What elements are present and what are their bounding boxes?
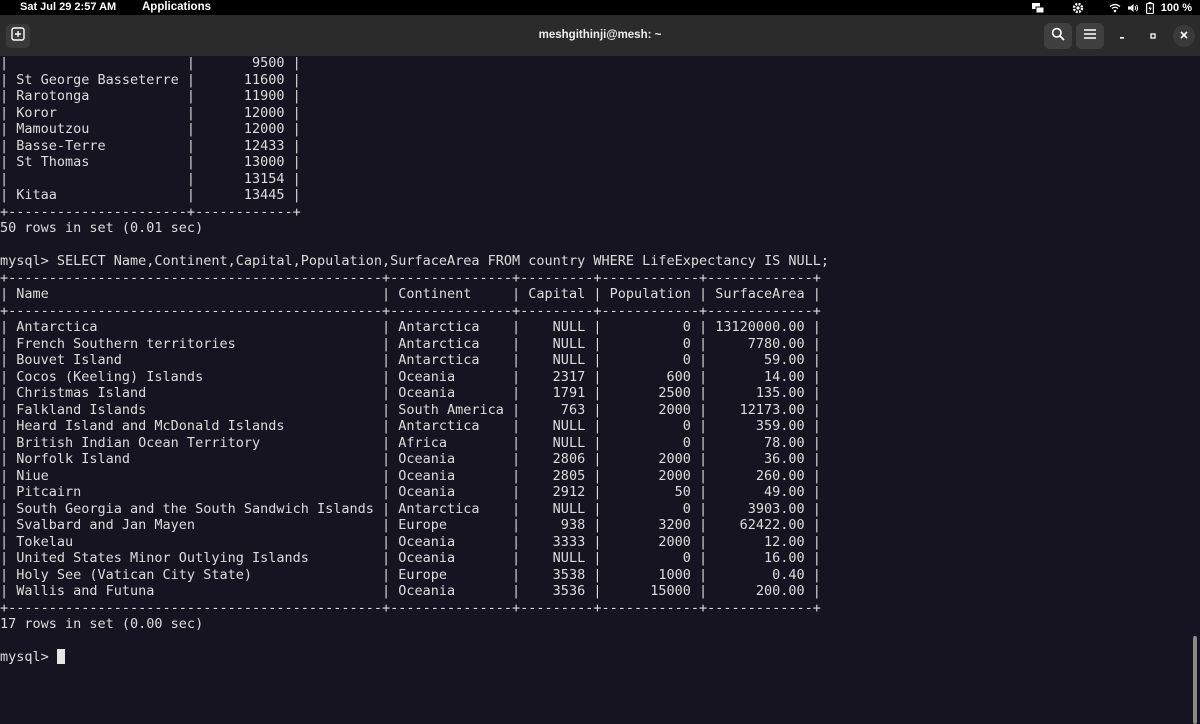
terminal-line: 50 rows in set (0.01 sec) — [0, 220, 204, 236]
system-tray: 100 % — [1027, 0, 1192, 15]
terminal-line: 17 rows in set (0.00 sec) — [0, 616, 204, 632]
minimize-button[interactable] — [1112, 26, 1132, 46]
terminal-line: | Christmas Island | Oceania | 1791 | 25… — [0, 385, 821, 401]
terminal-line: +---------------------------------------… — [0, 269, 821, 286]
system-top-bar: Sat Jul 29 2:57 AM Applications 100 % — [0, 0, 1200, 15]
terminal-line: | Bouvet Island | Antarctica | NULL | 0 … — [0, 352, 821, 368]
terminal-line: | Name | Continent | Capital | Populatio… — [0, 286, 821, 302]
text-cursor — [56, 649, 65, 664]
battery-percent: 100 % — [1160, 1, 1192, 14]
terminal-line: | Cocos (Keeling) Islands | Oceania | 23… — [0, 368, 821, 385]
terminal-line: +---------------------------------------… — [0, 302, 821, 319]
terminal-line: +----------------------+------------+ — [0, 203, 301, 220]
close-button[interactable] — [1173, 25, 1195, 47]
terminal-output[interactable]: | | 9500 | | St George Basseterre | 11600… — [0, 56, 1190, 670]
terminal-line: | Kitaa | 13445 | — [0, 187, 301, 203]
terminal-line: | United States Minor Outlying Islands |… — [0, 550, 821, 566]
maximize-icon — [1149, 27, 1157, 45]
terminal-line: | | 9500 | — [0, 56, 301, 71]
terminal-scrollbar[interactable] — [1190, 56, 1200, 724]
hamburger-icon — [1083, 27, 1097, 45]
terminal-line: | Rarotonga | 11900 | — [0, 88, 301, 104]
terminal-line: | St Thomas | 13000 | — [0, 154, 301, 170]
applications-menu[interactable]: Applications — [142, 0, 211, 14]
volume-icon[interactable] — [1125, 0, 1141, 15]
wifi-icon[interactable] — [1107, 0, 1123, 15]
clock[interactable]: Sat Jul 29 2:57 AM — [20, 0, 116, 14]
terminal-line: | Wallis and Futuna | Oceania | 3536 | 1… — [0, 583, 821, 599]
scrollbar-thumb[interactable] — [1193, 636, 1197, 724]
search-icon — [1051, 27, 1065, 46]
terminal-line: | Heard Island and McDonald Islands | An… — [0, 418, 821, 434]
terminal-line: | Falkland Islands | South America | 763… — [0, 401, 821, 418]
terminal-line: | Antarctica | Antarctica | NULL | 0 | 1… — [0, 319, 821, 335]
search-button[interactable] — [1044, 23, 1072, 49]
minimize-icon — [1118, 27, 1126, 45]
close-icon — [1179, 27, 1189, 45]
prompt-line[interactable]: mysql> — [0, 649, 829, 666]
terminal-line: | Pitcairn | Oceania | 2912 | 50 | 49.00… — [0, 484, 821, 500]
terminal-line: | Holy See (Vatican City State) | Europe… — [0, 566, 821, 583]
window-title: meshgithinji@mesh: ~ — [538, 29, 662, 41]
terminal-line: | Tokelau | Oceania | 3333 | 2000 | 12.0… — [0, 533, 821, 550]
terminal-line: | Norfolk Island | Oceania | 2806 | 2000… — [0, 451, 821, 467]
terminal-line: | Svalbard and Jan Mayen | Europe | 938 … — [0, 517, 821, 533]
terminal-line: | Basse-Terre | 12433 | — [0, 137, 301, 154]
terminal-line: +---------------------------------------… — [0, 599, 821, 616]
maximize-button[interactable] — [1143, 26, 1163, 46]
terminal-line: | St George Basseterre | 11600 | — [0, 71, 301, 88]
terminal-lines: | | 9500 | | St George Basseterre | 11600… — [0, 56, 829, 666]
prompt: mysql> — [0, 649, 57, 665]
terminal-title-bar[interactable]: meshgithinji@mesh: ~ — [0, 15, 1200, 57]
menu-button[interactable] — [1076, 23, 1104, 49]
terminal-line: | Koror | 12000 | — [0, 104, 301, 121]
gear-icon[interactable] — [1071, 0, 1085, 15]
network-icon[interactable] — [1027, 0, 1049, 15]
terminal-line: | | 13154 | — [0, 170, 301, 187]
terminal-line: | French Southern territories | Antarcti… — [0, 335, 821, 352]
terminal-line: | British Indian Ocean Territory | Afric… — [0, 434, 821, 451]
terminal-line: | South Georgia and the South Sandwich I… — [0, 500, 821, 517]
battery-icon[interactable] — [1143, 0, 1157, 15]
terminal-line: | Mamoutzou | 12000 | — [0, 121, 301, 137]
terminal-line: | Niue | Oceania | 2805 | 2000 | 260.00 … — [0, 467, 821, 484]
terminal-line: mysql> SELECT Name,Continent,Capital,Pop… — [0, 253, 830, 269]
